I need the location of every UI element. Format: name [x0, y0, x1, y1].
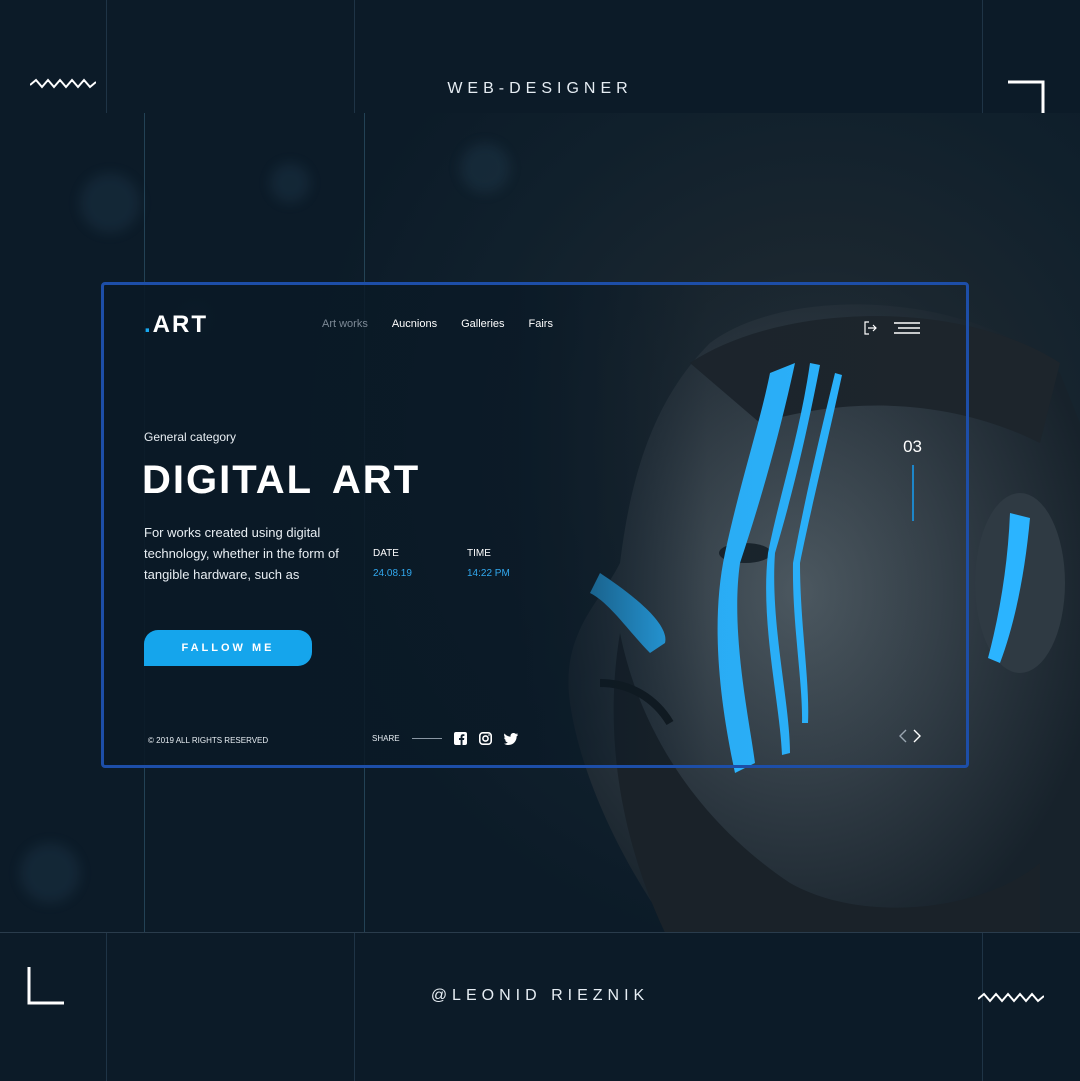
hamburger-menu-icon[interactable] [894, 322, 920, 334]
nav-item-aucnions[interactable]: Aucnions [392, 318, 437, 330]
slide-number: 03 [903, 437, 922, 456]
chevron-right-icon[interactable] [912, 729, 922, 743]
main-nav: Art works Aucnions Galleries Fairs [322, 318, 553, 330]
header-icons [864, 321, 920, 335]
top-frame-title: WEB-DESIGNER [447, 80, 633, 97]
nav-item-art-works[interactable]: Art works [322, 318, 368, 330]
website-mockup-card: .ART Art works Aucnions Galleries Fairs … [101, 282, 969, 768]
site-logo[interactable]: .ART [144, 311, 208, 339]
bokeh-light [80, 173, 140, 233]
frame-divider [354, 933, 355, 1081]
zigzag-decoration-icon [978, 992, 1044, 1003]
bokeh-light [20, 843, 80, 903]
chevron-left-icon[interactable] [898, 729, 908, 743]
bokeh-light [270, 163, 310, 203]
logo-text: ART [152, 311, 208, 338]
bottom-frame-title: @LEONID RIEZNIK [430, 987, 650, 1004]
facebook-icon[interactable] [453, 732, 467, 745]
time-label: TIME [467, 548, 491, 559]
time-block: TIME 14:22 PM [467, 548, 510, 579]
logo-dot: . [144, 311, 153, 338]
fallow-me-button[interactable]: FALLOW ME [144, 630, 312, 666]
hero-description: For works created using digital technolo… [144, 525, 339, 582]
corner-bracket-icon [1008, 80, 1045, 114]
slide-counter: 03 [903, 437, 922, 521]
date-label: DATE [373, 548, 399, 559]
slider-arrows [898, 729, 922, 743]
top-frame-bar: WEB-DESIGNER [0, 0, 1080, 114]
category-label: General category [144, 430, 237, 444]
date-block: DATE 24.08.19 [373, 548, 412, 579]
nav-item-galleries[interactable]: Galleries [461, 318, 504, 330]
bokeh-light [460, 143, 510, 193]
slide-progress-bar [911, 465, 914, 521]
instagram-icon[interactable] [478, 732, 492, 745]
twitter-icon[interactable] [503, 732, 518, 745]
date-value: 24.08.19 [373, 568, 412, 579]
share-divider [411, 738, 442, 739]
nav-item-fairs[interactable]: Fairs [529, 318, 553, 330]
time-value: 14:22 PM [467, 568, 510, 579]
frame-divider [106, 933, 107, 1081]
share-row: SHARE [372, 732, 518, 745]
login-icon[interactable] [864, 321, 878, 335]
share-label: SHARE [372, 734, 400, 743]
copyright-text: © 2019 ALL RIGHTS RESERVED [148, 736, 269, 745]
hero-title: DIGITAL ART [142, 458, 421, 502]
frame-divider [982, 933, 983, 1081]
bottom-frame-bar: @LEONID RIEZNIK [0, 932, 1080, 1081]
